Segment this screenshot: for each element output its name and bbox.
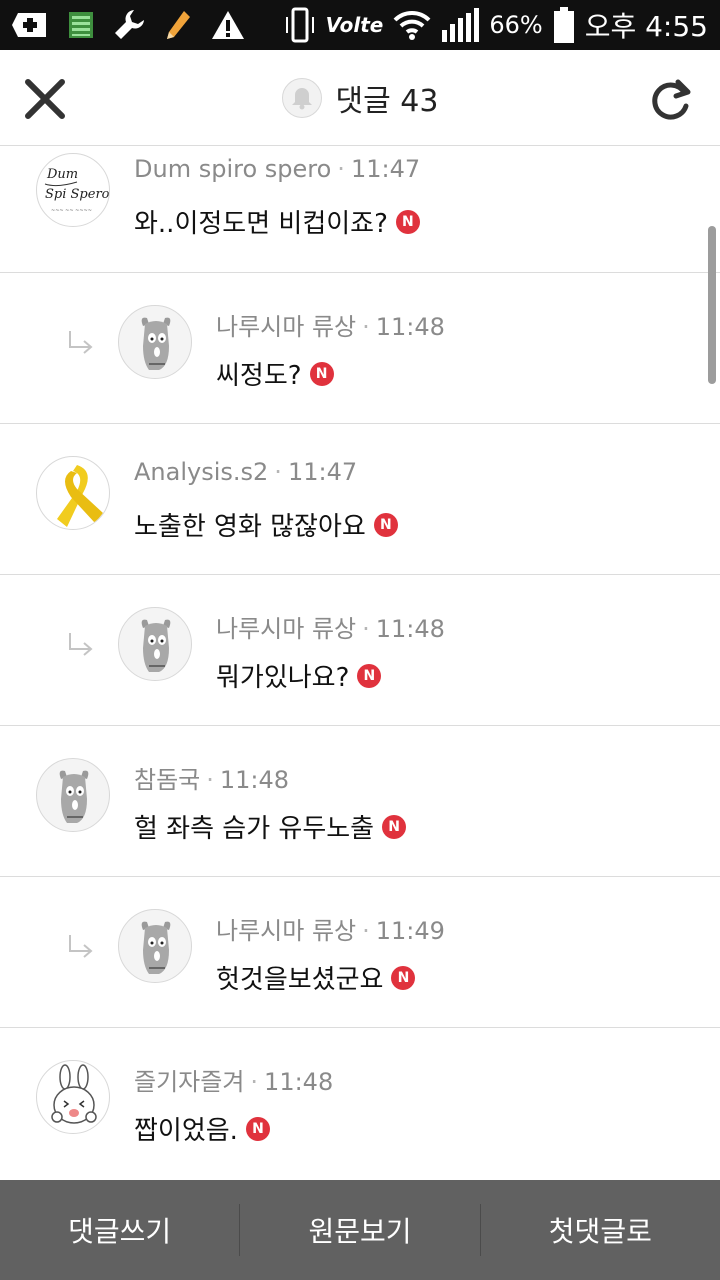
comment-time: 11:48 (219, 766, 290, 794)
signal-icon (441, 8, 480, 42)
comment-author[interactable]: 참돔국 (134, 766, 200, 794)
comment-meta: 나루시마 류상 · 11:48 (216, 313, 445, 341)
first-comment-button[interactable]: 첫댓글로 (481, 1180, 720, 1280)
comment-reply-item[interactable]: 나루시마 류상 · 11:48 씨정도? N (0, 273, 720, 424)
comment-author[interactable]: 나루시마 류상 (216, 917, 356, 945)
wrench-icon (112, 8, 146, 42)
wifi-icon (393, 10, 431, 40)
reply-arrow-icon (69, 633, 93, 656)
comment-reply-item[interactable]: 나루시마 류상 · 11:49 헛것을보셨군요 N (0, 877, 720, 1028)
comment-text: 와..이정도면 비컵이죠? (134, 209, 388, 239)
comment-list[interactable]: Dum Spi Spero ~~~ ~~ ~~~~ Dum spiro spero ·… (0, 147, 720, 1180)
reply-arrow-icon (69, 331, 93, 354)
clock: 오후 4:55 (584, 10, 708, 43)
refresh-button[interactable] (648, 74, 694, 124)
page-title: 댓글 43 (335, 84, 439, 119)
list-scrollbar[interactable] (708, 226, 716, 384)
reply-arrow-icon (69, 935, 93, 958)
battery-percent: 66% (489, 11, 543, 39)
dog-avatar[interactable] (118, 305, 192, 379)
status-bar: Volte 66% 오후 4:55 (0, 0, 720, 50)
comment-text: 뭐가있나요? (216, 663, 350, 693)
new-badge: N (382, 814, 407, 839)
comment-author[interactable]: Dum spiro spero (134, 155, 331, 183)
comment-author[interactable]: 나루시마 류상 (216, 615, 356, 643)
comment-text: 노출한 영화 많잖아요 (134, 512, 366, 542)
new-badge: N (309, 361, 334, 386)
comments-header: 댓글 43 (0, 50, 720, 146)
new-badge: N (395, 209, 420, 234)
dum-spiro-spero-avatar[interactable]: Dum Spi Spero ~~~ ~~ ~~~~ (36, 153, 110, 227)
comment-body: 헛것을보셨군요 N (216, 959, 416, 996)
new-badge: N (357, 663, 382, 688)
battery-icon (553, 7, 575, 43)
comment-body: 헐 좌측 슴가 유두노출 N (134, 808, 407, 845)
comment-item[interactable]: 즐기자즐겨 · 11:48 짭이었음. N (0, 1028, 720, 1179)
comment-reply-item[interactable]: 나루시마 류상 · 11:48 뭐가있나요? N (0, 575, 720, 726)
dog-avatar[interactable] (118, 607, 192, 681)
new-badge: N (373, 512, 398, 537)
comment-body: 씨정도? N (216, 355, 334, 392)
comment-body: 짭이었음. N (134, 1110, 270, 1147)
comment-time: 11:48 (264, 1068, 334, 1096)
comment-body: 와..이정도면 비컵이죠? N (134, 203, 420, 240)
comment-body: 노출한 영화 많잖아요 N (134, 506, 398, 543)
svg-text:Dum: Dum (46, 167, 78, 182)
comment-time: 11:48 (375, 615, 445, 643)
comment-meta: 즐기자즐겨 · 11:48 (134, 1068, 334, 1096)
storage-icon (68, 10, 94, 40)
comment-item[interactable]: Dum Spi Spero ~~~ ~~ ~~~~ Dum spiro spero ·… (0, 147, 720, 273)
svg-text:~~~ ~~ ~~~~: ~~~ ~~ ~~~~ (51, 208, 92, 214)
pencil-icon (164, 9, 192, 41)
comment-text: 헐 좌측 슴가 유두노출 (134, 814, 375, 844)
dog-avatar[interactable] (36, 758, 110, 832)
comment-time: 11:47 (287, 458, 358, 486)
comment-text: 짭이었음. (134, 1116, 238, 1146)
write-comment-button[interactable]: 댓글쓰기 (0, 1180, 239, 1280)
volte-icon: Volte (325, 13, 384, 37)
vibrate-icon (284, 7, 316, 43)
status-bar-notifications (10, 6, 246, 44)
comment-meta: 참돔국 · 11:48 (134, 766, 290, 794)
comment-item[interactable]: Analysis.s2 · 11:47 노출한 영화 많잖아요 N (0, 424, 720, 575)
comment-body: 뭐가있나요? N (216, 657, 382, 694)
comment-author[interactable]: Analysis.s2 (134, 458, 268, 486)
comment-meta: 나루시마 류상 · 11:49 (216, 917, 445, 945)
status-bar-system: Volte 66% 오후 4:55 (284, 6, 708, 44)
comment-time: 11:49 (375, 917, 445, 945)
comment-text: 씨정도? (216, 361, 302, 391)
comment-text: 헛것을보셨군요 (216, 965, 384, 995)
bell-icon[interactable] (281, 78, 322, 118)
new-badge: N (391, 965, 416, 990)
view-original-button[interactable]: 원문보기 (240, 1180, 479, 1280)
comment-author[interactable]: 즐기자즐겨 (134, 1068, 244, 1096)
svg-text:Spi Spero: Spi Spero (45, 187, 110, 202)
dog-avatar[interactable] (118, 909, 192, 983)
header-title-group: 댓글 43 (0, 50, 720, 146)
yellow-ribbon-avatar[interactable] (36, 456, 110, 530)
comment-item[interactable]: 참돔국 · 11:48 헐 좌측 슴가 유두노출 N (0, 726, 720, 877)
comment-time: 11:48 (375, 313, 445, 341)
refresh-icon (652, 79, 691, 120)
comment-meta: 나루시마 류상 · 11:48 (216, 615, 445, 643)
add-box-icon (10, 9, 50, 41)
warning-icon (210, 9, 246, 41)
comment-meta: Analysis.s2 · 11:47 (134, 458, 358, 486)
new-badge: N (245, 1116, 270, 1141)
comment-author[interactable]: 나루시마 류상 (216, 313, 356, 341)
bottom-action-bar: 댓글쓰기 원문보기 첫댓글로 (0, 1180, 720, 1280)
comment-time: 11:47 (350, 155, 421, 183)
rabbit-avatar[interactable] (36, 1060, 110, 1134)
comment-meta: Dum spiro spero · 11:47 (134, 155, 421, 183)
